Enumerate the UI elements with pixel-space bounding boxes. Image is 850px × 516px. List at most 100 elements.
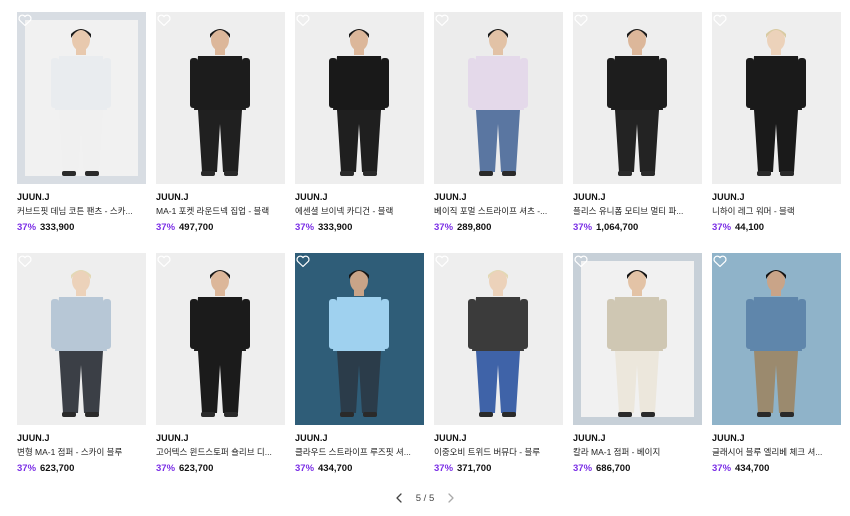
product-image[interactable]: [17, 12, 146, 184]
heart-icon[interactable]: [156, 253, 172, 269]
heart-icon[interactable]: [17, 12, 33, 28]
product-brand[interactable]: JUUN.J: [156, 192, 285, 203]
price-row: 37% 44,100: [712, 222, 841, 234]
model-photo: [712, 253, 841, 425]
product-name[interactable]: MA-1 포켓 라운드넥 집업 - 블랙: [156, 206, 285, 217]
product-brand[interactable]: JUUN.J: [17, 433, 146, 444]
page-indicator: 5 / 5: [415, 492, 435, 504]
product-brand[interactable]: JUUN.J: [573, 192, 702, 203]
product-brand[interactable]: JUUN.J: [295, 192, 424, 203]
product-image[interactable]: [156, 253, 285, 425]
heart-icon[interactable]: [573, 12, 589, 28]
chevron-right-icon[interactable]: [446, 492, 456, 504]
product-name[interactable]: 변형 MA-1 점퍼 - 스카이 블루: [17, 447, 146, 458]
product-brand[interactable]: JUUN.J: [156, 433, 285, 444]
price-row: 37% 623,700: [156, 463, 285, 475]
product-brand[interactable]: JUUN.J: [434, 192, 563, 203]
discount-rate: 37%: [295, 463, 315, 474]
product-image[interactable]: [712, 12, 841, 184]
model-photo: [295, 12, 424, 184]
discount-rate: 37%: [573, 463, 593, 474]
price-row: 37% 434,700: [295, 463, 424, 475]
product-price: 333,900: [40, 222, 75, 233]
heart-icon[interactable]: [295, 12, 311, 28]
product-name[interactable]: 칼라 MA-1 점퍼 - 베이지: [573, 447, 702, 458]
model-photo: [156, 253, 285, 425]
product-price: 623,700: [179, 463, 214, 474]
product-card[interactable]: JUUN.J 클라우드 스트라이프 루즈핏 셔... 37% 434,700: [295, 253, 424, 494]
product-price: 44,100: [735, 222, 765, 233]
chevron-left-icon[interactable]: [394, 492, 404, 504]
heart-icon[interactable]: [156, 12, 172, 28]
discount-rate: 37%: [712, 222, 732, 233]
heart-icon[interactable]: [573, 253, 589, 269]
product-name[interactable]: 커브드핏 데님 코튼 팬츠 - 스카...: [17, 206, 146, 217]
product-price: 333,900: [318, 222, 353, 233]
product-brand[interactable]: JUUN.J: [712, 433, 841, 444]
product-brand[interactable]: JUUN.J: [434, 433, 563, 444]
product-image[interactable]: [434, 12, 563, 184]
product-card[interactable]: JUUN.J 이중오비 트위드 버뮤다 - 블루 37% 371,700: [434, 253, 563, 494]
product-image[interactable]: [712, 253, 841, 425]
heart-icon[interactable]: [434, 12, 450, 28]
product-name[interactable]: 클라우드 스트라이프 루즈핏 셔...: [295, 447, 424, 458]
discount-rate: 37%: [17, 222, 37, 233]
product-price: 623,700: [40, 463, 75, 474]
product-card[interactable]: JUUN.J 에센셜 브이넥 카디건 - 블랙 37% 333,900: [295, 12, 424, 253]
model-photo: [434, 12, 563, 184]
product-brand[interactable]: JUUN.J: [17, 192, 146, 203]
price-row: 37% 333,900: [295, 222, 424, 234]
product-brand[interactable]: JUUN.J: [573, 433, 702, 444]
price-row: 37% 371,700: [434, 463, 563, 475]
heart-icon[interactable]: [712, 253, 728, 269]
product-name[interactable]: 고어텍스 윈드스토퍼 숄리브 디...: [156, 447, 285, 458]
model-photo: [712, 12, 841, 184]
product-image[interactable]: [573, 253, 702, 425]
product-price: 371,700: [457, 463, 492, 474]
product-card[interactable]: JUUN.J 니하이 레그 워머 - 블랙 37% 44,100: [712, 12, 841, 253]
discount-rate: 37%: [712, 463, 732, 474]
model-photo: [581, 261, 694, 417]
price-row: 37% 623,700: [17, 463, 146, 475]
product-brand[interactable]: JUUN.J: [295, 433, 424, 444]
heart-icon[interactable]: [295, 253, 311, 269]
product-price: 686,700: [596, 463, 631, 474]
product-name[interactable]: 플리스 유니폼 모티브 멀티 파...: [573, 206, 702, 217]
model-photo: [573, 12, 702, 184]
model-photo: [25, 20, 138, 176]
product-card[interactable]: JUUN.J 플리스 유니폼 모티브 멀티 파... 37% 1,064,700: [573, 12, 702, 253]
model-photo: [434, 253, 563, 425]
product-image[interactable]: [434, 253, 563, 425]
product-image[interactable]: [573, 12, 702, 184]
heart-icon[interactable]: [17, 253, 33, 269]
product-card[interactable]: JUUN.J 베이직 포멀 스트라이프 셔츠 -... 37% 289,800: [434, 12, 563, 253]
model-photo: [295, 253, 424, 425]
product-card[interactable]: JUUN.J 고어텍스 윈드스토퍼 숄리브 디... 37% 623,700: [156, 253, 285, 494]
product-name[interactable]: 니하이 레그 워머 - 블랙: [712, 206, 841, 217]
product-card[interactable]: JUUN.J 칼라 MA-1 점퍼 - 베이지 37% 686,700: [573, 253, 702, 494]
product-image[interactable]: [295, 253, 424, 425]
model-photo: [156, 12, 285, 184]
discount-rate: 37%: [434, 463, 454, 474]
product-name[interactable]: 베이직 포멀 스트라이프 셔츠 -...: [434, 206, 563, 217]
heart-icon[interactable]: [712, 12, 728, 28]
product-card[interactable]: JUUN.J 글래시어 블루 엘리베 체크 셔... 37% 434,700: [712, 253, 841, 494]
product-brand[interactable]: JUUN.J: [712, 192, 841, 203]
discount-rate: 37%: [573, 222, 593, 233]
product-image[interactable]: [17, 253, 146, 425]
product-price: 1,064,700: [596, 222, 639, 233]
discount-rate: 37%: [156, 222, 176, 233]
product-name[interactable]: 이중오비 트위드 버뮤다 - 블루: [434, 447, 563, 458]
discount-rate: 37%: [295, 222, 315, 233]
product-name[interactable]: 에센셜 브이넥 카디건 - 블랙: [295, 206, 424, 217]
product-image[interactable]: [156, 12, 285, 184]
product-card[interactable]: JUUN.J MA-1 포켓 라운드넥 집업 - 블랙 37% 497,700: [156, 12, 285, 253]
product-card[interactable]: JUUN.J 변형 MA-1 점퍼 - 스카이 블루 37% 623,700: [17, 253, 146, 494]
product-image[interactable]: [295, 12, 424, 184]
product-price: 434,700: [318, 463, 353, 474]
heart-icon[interactable]: [434, 253, 450, 269]
product-name[interactable]: 글래시어 블루 엘리베 체크 셔...: [712, 447, 841, 458]
product-card[interactable]: JUUN.J 커브드핏 데님 코튼 팬츠 - 스카... 37% 333,900: [17, 12, 146, 253]
price-row: 37% 289,800: [434, 222, 563, 234]
product-price: 289,800: [457, 222, 492, 233]
